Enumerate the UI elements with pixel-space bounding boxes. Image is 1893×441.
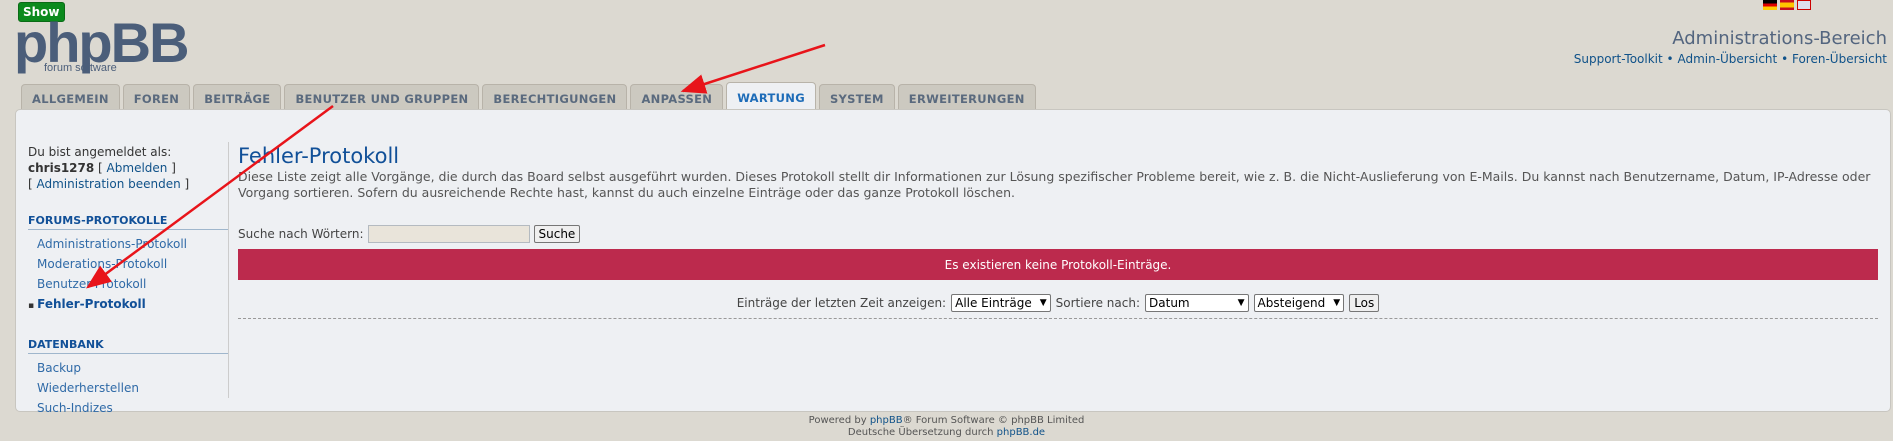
flag-es-icon[interactable] xyxy=(1780,0,1794,10)
main-content: Fehler-Protokoll Diese Liste zeigt alle … xyxy=(238,144,1878,319)
order-select[interactable]: Absteigend ▼ xyxy=(1253,294,1345,312)
tab-benutzer-und-gruppen[interactable]: BENUTZER UND GRUPPEN xyxy=(284,84,480,112)
sidebar: Du bist angemeldet als: chris1278 [ Abme… xyxy=(28,144,228,418)
footer-phpbb-link[interactable]: phpBB xyxy=(870,415,903,426)
logged-in-label: Du bist angemeldet als: xyxy=(28,145,172,159)
sidebar-item-backup[interactable]: Backup xyxy=(28,358,228,378)
footer-powered-prefix: Powered by xyxy=(808,415,867,426)
sidebar-item-label[interactable]: Fehler-Protokoll xyxy=(37,297,146,311)
sidebar-list: Administrations-Protokoll Moderations-Pr… xyxy=(28,234,228,316)
sidebar-item-admin-log[interactable]: Administrations-Protokoll xyxy=(28,234,228,254)
footer-phpbb-de-link[interactable]: phpBB.de xyxy=(997,427,1045,438)
order-select-value: Absteigend xyxy=(1257,296,1326,310)
sidebar-item-label[interactable]: Wiederherstellen xyxy=(37,381,139,395)
sidebar-item-user-log[interactable]: Benutzer-Protokoll xyxy=(28,274,228,294)
tab-erweiterungen[interactable]: ERWEITERUNGEN xyxy=(897,84,1036,112)
sidebar-item-label[interactable]: Benutzer-Protokoll xyxy=(37,277,146,291)
sidebar-item-label[interactable]: Moderations-Protokoll xyxy=(37,257,167,271)
link-separator: • xyxy=(1666,52,1674,66)
language-flags xyxy=(1763,0,1811,10)
support-toolkit-link[interactable]: Support-Toolkit xyxy=(1574,52,1663,66)
sort-select[interactable]: Datum ▼ xyxy=(1145,294,1249,312)
chevron-down-icon: ▼ xyxy=(1039,298,1047,308)
sidebar-item-mod-log[interactable]: Moderations-Protokoll xyxy=(28,254,228,274)
sidebar-item-restore[interactable]: Wiederherstellen xyxy=(28,378,228,398)
search-row: Suche nach Wörtern: Suche xyxy=(238,225,1878,243)
flag-gb-icon[interactable] xyxy=(1797,0,1811,10)
sidebar-item-label[interactable]: Administrations-Protokoll xyxy=(37,237,187,251)
filter-select-value: Alle Einträge xyxy=(955,296,1032,310)
username: chris1278 xyxy=(28,161,95,175)
sidebar-section-title: FORUMS-PROTOKOLLE xyxy=(28,214,228,230)
chevron-down-icon: ▼ xyxy=(1333,298,1341,308)
sidebar-item-label[interactable]: Backup xyxy=(37,361,81,375)
filter-select[interactable]: Alle Einträge ▼ xyxy=(951,294,1051,312)
tab-berechtigungen[interactable]: BERECHTIGUNGEN xyxy=(482,84,628,112)
logo-subtext: forum software xyxy=(44,62,117,74)
end-admin-link[interactable]: Administration beenden xyxy=(37,177,181,191)
sidebar-item-error-log[interactable]: Fehler-Protokoll xyxy=(28,294,228,316)
main-panel: Du bist angemeldet als: chris1278 [ Abme… xyxy=(15,109,1891,415)
filter-label: Einträge der letzten Zeit anzeigen: xyxy=(736,296,947,310)
chevron-down-icon: ▼ xyxy=(1237,298,1245,308)
page-description: Diese Liste zeigt alle Vorgänge, die dur… xyxy=(238,169,1871,200)
tab-foren[interactable]: FOREN xyxy=(122,84,191,112)
logout-link[interactable]: Abmelden xyxy=(107,161,168,175)
sidebar-item-label[interactable]: Such-Indizes xyxy=(37,401,113,415)
footer-copyright: ® Forum Software © phpBB Limited xyxy=(902,415,1085,426)
flag-de-icon[interactable] xyxy=(1763,0,1777,10)
footer: Powered by phpBB® Forum Software © phpBB… xyxy=(0,415,1893,439)
sidebar-list: Backup Wiederherstellen Such-Indizes xyxy=(28,358,228,418)
filter-row: Einträge der letzten Zeit anzeigen: Alle… xyxy=(238,294,1878,312)
header-links: Support-Toolkit • Admin-Übersicht • Fore… xyxy=(1574,52,1887,66)
footer-translation-prefix: Deutsche Übersetzung durch xyxy=(847,427,994,438)
forum-overview-link[interactable]: Foren-Übersicht xyxy=(1792,52,1887,66)
search-button[interactable]: Suche xyxy=(533,225,581,243)
no-entries-message: Es existieren keine Protokoll-Einträge. xyxy=(238,249,1878,280)
admin-overview-link[interactable]: Admin-Übersicht xyxy=(1677,52,1777,66)
sidebar-section-title: DATENBANK xyxy=(28,338,228,354)
page-title: Fehler-Protokoll xyxy=(238,144,400,168)
main-tabs: ALLGEMEIN FOREN BEITRÄGE BENUTZER UND GR… xyxy=(21,82,1036,112)
phpbb-logo[interactable]: phpBB forum software xyxy=(14,11,190,76)
divider xyxy=(238,318,1878,319)
tab-wartung[interactable]: WARTUNG xyxy=(726,82,816,112)
sort-label: Sortiere nach: xyxy=(1055,296,1141,310)
admin-area-title: Administrations-Bereich xyxy=(1672,28,1887,49)
search-label: Suche nach Wörtern: xyxy=(238,227,364,241)
login-info: Du bist angemeldet als: chris1278 [ Abme… xyxy=(28,144,228,192)
sort-select-value: Datum xyxy=(1149,296,1190,310)
go-button[interactable]: Los xyxy=(1349,294,1380,312)
link-separator: • xyxy=(1781,52,1789,66)
tab-beitraege[interactable]: BEITRÄGE xyxy=(193,84,282,112)
search-input[interactable] xyxy=(367,225,530,243)
sidebar-divider xyxy=(228,142,229,398)
no-entries-text: Es existieren keine Protokoll-Einträge. xyxy=(944,257,1172,272)
tab-system[interactable]: SYSTEM xyxy=(818,84,895,112)
tab-allgemein[interactable]: ALLGEMEIN xyxy=(21,84,120,112)
tab-anpassen[interactable]: ANPASSEN xyxy=(630,84,724,112)
